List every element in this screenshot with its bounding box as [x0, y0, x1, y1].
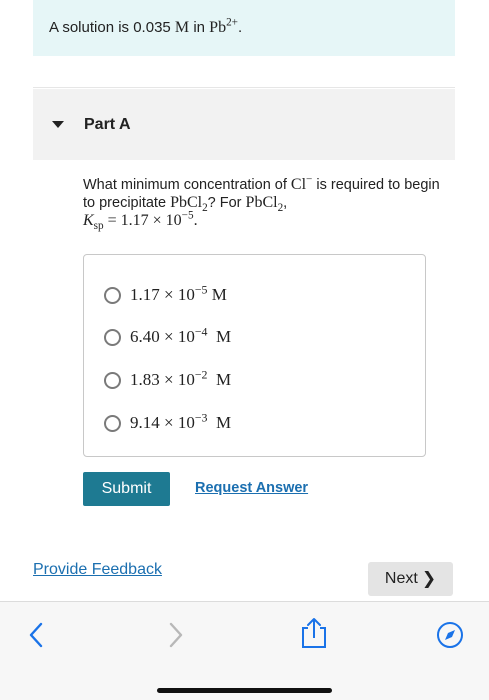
part-a-toggle[interactable]: Part A — [33, 89, 455, 160]
provide-feedback-link[interactable]: Provide Feedback — [33, 561, 162, 579]
problem-intro-banner: A solution is 0.035 M in Pb2+. — [33, 0, 455, 56]
choice-option[interactable]: 1.17 × 10−5 M — [104, 282, 227, 305]
browser-toolbar — [0, 601, 489, 700]
next-label: Next — [384, 570, 418, 587]
back-chevron-icon[interactable] — [27, 620, 45, 650]
intro-text: A solution is 0.035 M in Pb2+. — [49, 16, 243, 36]
choice-label: 1.17 × 10−5 M — [130, 282, 227, 304]
share-icon[interactable] — [299, 616, 329, 650]
choice-option[interactable]: 9.14 × 10−3 M — [104, 410, 232, 433]
part-title: Part A — [84, 115, 131, 133]
next-button[interactable]: Next ❯ — [368, 562, 453, 596]
caret-down-icon — [52, 121, 64, 128]
compass-icon[interactable] — [436, 621, 464, 649]
radio-button[interactable] — [104, 286, 121, 304]
choice-label: 6.40 × 10−4 M — [130, 324, 232, 346]
answer-choices: 1.17 × 10−5 M 6.40 × 10−4 M 1.83 × 10−2 … — [83, 254, 426, 457]
request-answer-link[interactable]: Request Answer — [195, 480, 308, 496]
submit-button[interactable]: Submit — [83, 472, 170, 506]
divider — [33, 87, 455, 88]
choice-label: 1.83 × 10−2 M — [130, 367, 232, 389]
choice-option[interactable]: 6.40 × 10−4 M — [104, 324, 232, 347]
radio-button[interactable] — [104, 414, 121, 432]
forward-chevron-icon[interactable] — [167, 620, 185, 650]
radio-button[interactable] — [104, 371, 121, 389]
home-indicator — [157, 688, 332, 693]
chevron-right-icon: ❯ — [421, 569, 437, 588]
question-text: What minimum concentration of Cl− is req… — [83, 173, 440, 233]
radio-button[interactable] — [104, 328, 121, 346]
choice-option[interactable]: 1.83 × 10−2 M — [104, 367, 232, 390]
choice-label: 9.14 × 10−3 M — [130, 410, 232, 432]
